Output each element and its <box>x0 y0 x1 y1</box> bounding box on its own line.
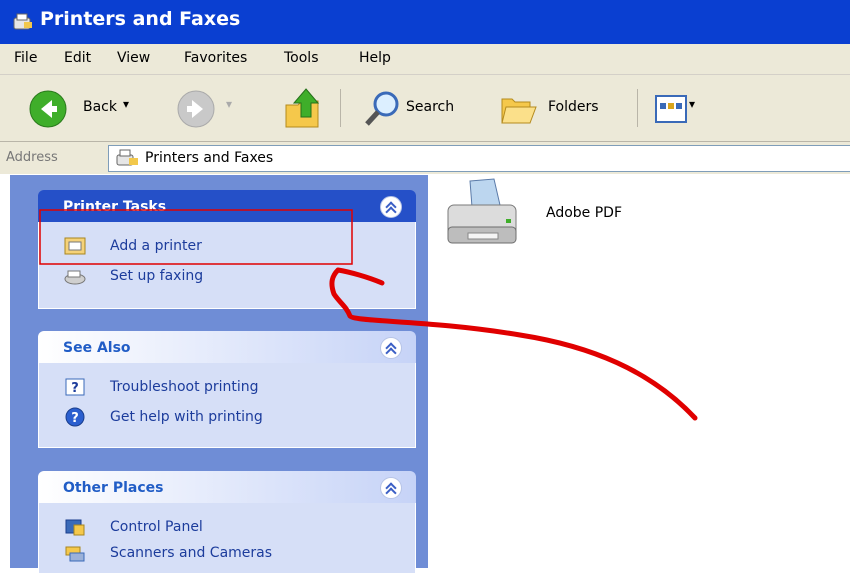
other-places-panel: Other Places Control Panel Scanners and … <box>38 471 416 574</box>
title-bar: Printers and Faxes <box>0 0 850 44</box>
window-title: Printers and Faxes <box>40 8 241 30</box>
task-pane: Printer Tasks Add a printer Set up faxin… <box>10 175 428 574</box>
add-printer-icon <box>64 237 86 255</box>
control-panel-label: Control Panel <box>110 519 203 535</box>
toolbar-separator <box>637 89 638 127</box>
printer-tasks-panel: Printer Tasks Add a printer Set up faxin… <box>38 190 416 309</box>
back-dropdown-icon[interactable]: ▾ <box>123 97 129 111</box>
back-button-label[interactable]: Back <box>83 99 117 115</box>
back-arrow-icon[interactable] <box>28 89 68 129</box>
toolbar: Back ▾ ▾ Search Folders ▾ <box>0 75 850 142</box>
folders-button-label[interactable]: Folders <box>548 99 599 115</box>
forward-dropdown-icon: ▾ <box>226 97 233 111</box>
toolbar-separator <box>340 89 341 127</box>
collapse-chevron-icon[interactable] <box>380 337 402 359</box>
printers-folder-icon <box>116 149 138 166</box>
set-up-faxing-label: Set up faxing <box>110 268 204 284</box>
other-places-body: Control Panel Scanners and Cameras <box>38 503 416 574</box>
other-places-header[interactable]: Other Places <box>38 471 416 503</box>
menu-help[interactable]: Help <box>359 50 391 66</box>
menu-favorites[interactable]: Favorites <box>184 50 247 66</box>
help-topic-icon: ? <box>65 378 85 396</box>
printers-folder-icon <box>13 13 32 30</box>
printer-tasks-body: Add a printer Set up faxing <box>38 222 416 309</box>
scanner-icon <box>65 546 85 562</box>
collapse-chevron-icon[interactable] <box>380 477 402 499</box>
search-icon[interactable] <box>362 89 402 129</box>
folders-icon[interactable] <box>498 89 538 129</box>
address-value: Printers and Faxes <box>145 150 274 166</box>
see-also-title: See Also <box>63 340 131 356</box>
svg-text:?: ? <box>71 381 79 396</box>
search-button-label[interactable]: Search <box>406 99 454 115</box>
see-also-panel: See Also ? Troubleshoot printing ? Get h… <box>38 331 416 448</box>
printer-tasks-title: Printer Tasks <box>63 199 167 215</box>
troubleshoot-printing-label: Troubleshoot printing <box>110 379 259 395</box>
menu-bar: File Edit View Favorites Tools Help <box>0 44 850 75</box>
see-also-header[interactable]: See Also <box>38 331 416 363</box>
address-input[interactable]: Printers and Faxes <box>108 145 850 172</box>
menu-file[interactable]: File <box>14 50 37 66</box>
views-dropdown-icon[interactable]: ▾ <box>689 97 695 111</box>
svg-text:?: ? <box>71 411 79 426</box>
address-bar: Address Printers and Faxes <box>0 142 850 174</box>
menu-edit[interactable]: Edit <box>64 50 91 66</box>
add-printer-label: Add a printer <box>110 238 202 254</box>
printer-icon <box>447 178 517 244</box>
control-panel-icon <box>65 519 85 536</box>
address-label: Address <box>6 150 58 165</box>
scanners-cameras-label: Scanners and Cameras <box>110 545 273 561</box>
printer-tasks-header[interactable]: Printer Tasks <box>38 190 416 222</box>
menu-tools[interactable]: Tools <box>284 50 319 66</box>
get-help-printing-label: Get help with printing <box>110 409 263 425</box>
printer-name: Adobe PDF <box>546 205 623 221</box>
other-places-title: Other Places <box>63 480 164 496</box>
see-also-body: ? Troubleshoot printing ? Get help with … <box>38 363 416 448</box>
help-circle-icon: ? <box>65 407 85 427</box>
forward-arrow-icon <box>177 90 215 128</box>
fax-icon <box>64 270 86 285</box>
collapse-chevron-icon[interactable] <box>380 196 402 218</box>
menu-view[interactable]: View <box>117 50 150 66</box>
up-folder-icon[interactable] <box>282 85 328 131</box>
printer-item[interactable]: Adobe PDF <box>442 175 682 255</box>
views-icon[interactable] <box>655 95 687 123</box>
printer-list: Adobe PDF <box>428 175 850 568</box>
